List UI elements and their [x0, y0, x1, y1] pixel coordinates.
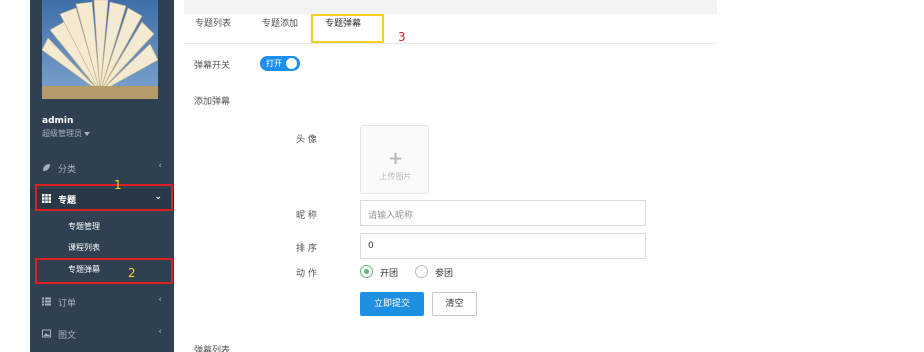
- order-label: 排 序: [296, 244, 317, 254]
- sidebar-item-label: 订单: [58, 299, 77, 309]
- chevron-left-icon: ‹: [158, 295, 162, 305]
- leaf-icon: [42, 163, 51, 172]
- order-input[interactable]: 0: [360, 233, 646, 259]
- nickname-input[interactable]: 请输入昵称: [360, 200, 646, 226]
- popup-switch-toggle[interactable]: 打开: [260, 56, 300, 71]
- submit-button[interactable]: 立即提交: [360, 292, 424, 316]
- sidebar-item-article[interactable]: 图文 ‹: [30, 324, 174, 344]
- chevron-left-icon: ‹: [158, 161, 162, 171]
- popup-switch-label: 弹幕开关: [194, 61, 231, 71]
- caret-down-icon: [84, 131, 90, 136]
- plus-icon: +: [387, 148, 404, 169]
- action-label: 动 作: [296, 269, 317, 279]
- radio-join-group-label[interactable]: 参团: [435, 266, 453, 279]
- sidebar-item-order[interactable]: 订单 ‹: [30, 292, 174, 312]
- nickname-label: 昵 称: [296, 211, 317, 221]
- annotation-number-3: 3: [398, 30, 406, 44]
- tab-topic-popup[interactable]: 专题弹幕: [325, 16, 361, 29]
- annotation-number-2: 2: [128, 266, 136, 280]
- section-title-add: 添加弹幕: [194, 97, 231, 107]
- chevron-left-icon: ‹: [158, 327, 162, 337]
- picture-icon: [42, 329, 51, 338]
- list-icon: [42, 297, 51, 306]
- tab-topic-list[interactable]: 专题列表: [195, 16, 231, 29]
- sidebar: admin 超级管理员 分类 ‹ 专题 ⌄ 专题管理 课程列表 专题弹幕 订单 …: [30, 0, 174, 352]
- radio-join-group[interactable]: [415, 265, 428, 278]
- profile-name: admin: [42, 116, 74, 126]
- annotation-number-1: 1: [114, 178, 122, 192]
- sidebar-item-category[interactable]: 分类 ‹: [30, 158, 174, 178]
- radio-open-group-label[interactable]: 开团: [380, 266, 398, 279]
- section-title-list: 弹幕列表: [194, 346, 231, 352]
- annotation-box-1: [35, 184, 173, 211]
- toggle-text: 打开: [266, 59, 282, 68]
- book-cover-image: [42, 0, 158, 99]
- submenu-course-list[interactable]: 课程列表: [68, 242, 100, 253]
- sidebar-item-label: 图文: [58, 331, 77, 341]
- annotation-box-2: [35, 258, 173, 284]
- sidebar-item-label: 分类: [58, 165, 77, 175]
- radio-open-group[interactable]: [360, 265, 373, 278]
- profile-role-label: 超级管理员: [42, 129, 82, 138]
- upload-text: 上传图片: [379, 172, 412, 181]
- clear-button[interactable]: 清空: [432, 292, 477, 316]
- toggle-knob: [286, 58, 297, 69]
- top-header-bar: [184, 0, 717, 14]
- avatar-label: 头 像: [296, 135, 317, 145]
- submenu-topic-manage[interactable]: 专题管理: [68, 221, 100, 232]
- profile-role-dropdown[interactable]: 超级管理员: [42, 128, 90, 139]
- avatar-upload-button[interactable]: + 上传图片: [360, 125, 429, 194]
- tab-topic-add[interactable]: 专题添加: [262, 16, 298, 29]
